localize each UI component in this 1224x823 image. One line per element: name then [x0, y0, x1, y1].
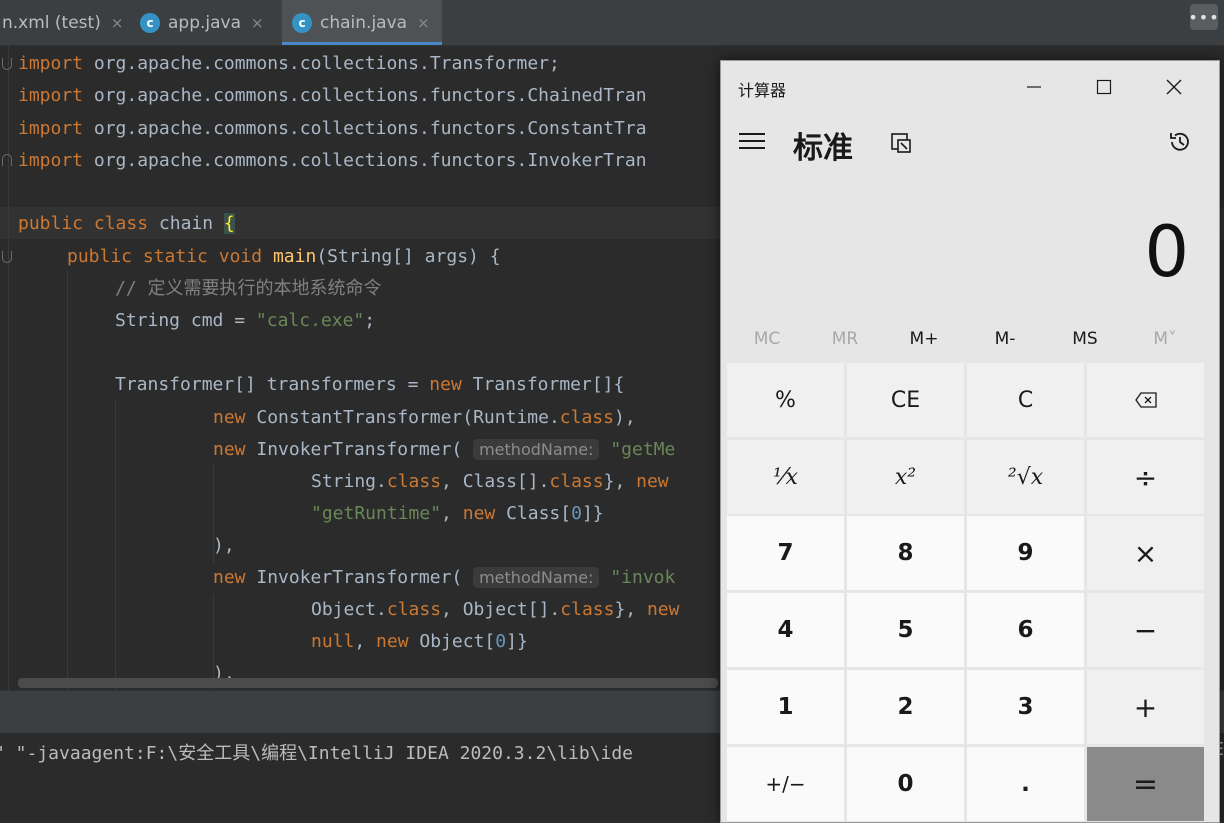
code-line: new InvokerTransformer( methodName: "inv… — [213, 567, 676, 588]
tab-label: chain.java — [320, 12, 408, 33]
divide-button[interactable]: ÷ — [1087, 440, 1204, 514]
negate-button[interactable]: +/− — [727, 747, 844, 821]
calculator-mode-title: 标准 — [793, 131, 853, 166]
minimize-icon — [1027, 86, 1041, 88]
backspace-button[interactable] — [1087, 363, 1204, 437]
code-line: Object.class, Object[].class}, new — [311, 599, 680, 620]
reciprocal-button[interactable]: ⅟x — [727, 440, 844, 514]
close-icon — [1166, 79, 1182, 95]
calculator-window: 计算器 标准 0 MC MR M+ M- MS M˅ % CE C ⅟x x² … — [720, 60, 1220, 823]
decimal-button[interactable]: . — [967, 747, 1084, 821]
code-line: String cmd = "calc.exe"; — [115, 310, 376, 331]
square-root-button[interactable]: ²√x — [967, 440, 1084, 514]
parameter-hint: methodName: — [473, 439, 600, 460]
code-line: Transformer[] transformers = new Transfo… — [115, 374, 625, 395]
memory-row: MC MR M+ M- MS M˅ — [727, 324, 1215, 354]
window-title: 计算器 — [738, 81, 787, 100]
parameter-hint: methodName: — [473, 567, 600, 588]
close-button[interactable] — [1151, 67, 1197, 107]
digit-9-button[interactable]: 9 — [967, 516, 1084, 590]
keep-on-top-icon[interactable] — [889, 131, 913, 155]
indent-guide — [67, 271, 68, 690]
code-line: ), — [213, 535, 235, 556]
memory-subtract-button[interactable]: M- — [965, 324, 1045, 354]
memory-clear-button[interactable]: MC — [727, 324, 807, 354]
tab-chain-java[interactable]: c chain.java × — [282, 0, 442, 45]
tab-close-icon[interactable]: × — [251, 14, 264, 32]
digit-4-button[interactable]: 4 — [727, 593, 844, 667]
code-line: null, new Object[0]} — [311, 631, 528, 652]
digit-8-button[interactable]: 8 — [847, 516, 964, 590]
code-line: import org.apache.commons.collections.fu… — [18, 85, 647, 106]
code-comment: // 定义需要执行的本地系统命令 — [115, 278, 382, 299]
maximize-icon — [1096, 79, 1112, 95]
code-line: new InvokerTransformer( methodName: "get… — [213, 439, 676, 460]
keypad: % CE C ⅟x x² ²√x ÷ 7 8 9 × 4 5 6 − 1 2 3… — [727, 363, 1211, 821]
calculator-titlebar[interactable]: 计算器 — [721, 61, 1219, 113]
digit-1-button[interactable]: 1 — [727, 670, 844, 744]
digit-2-button[interactable]: 2 — [847, 670, 964, 744]
square-button[interactable]: x² — [847, 440, 964, 514]
fold-marker-icon[interactable] — [2, 251, 12, 263]
code-line: import org.apache.commons.collections.fu… — [18, 150, 647, 171]
tab-app-java[interactable]: c app.java × — [140, 0, 278, 45]
backspace-icon — [1134, 392, 1157, 408]
multiply-button[interactable]: × — [1087, 516, 1204, 590]
java-class-icon: c — [292, 12, 312, 33]
active-tab-indicator — [282, 42, 442, 45]
code-line: new ConstantTransformer(Runtime.class), — [213, 407, 636, 428]
history-icon[interactable] — [1167, 129, 1193, 155]
java-class-icon: c — [140, 12, 160, 33]
add-button[interactable]: + — [1087, 670, 1204, 744]
code-line: import org.apache.commons.collections.Tr… — [18, 53, 560, 74]
memory-add-button[interactable]: M+ — [884, 324, 964, 354]
hamburger-menu-icon[interactable] — [739, 133, 765, 151]
memory-recall-button[interactable]: MR — [805, 324, 885, 354]
code-line: "getRuntime", new Class[0]} — [311, 503, 604, 524]
digit-0-button[interactable]: 0 — [847, 747, 964, 821]
result-display: 0 — [1144, 211, 1189, 293]
digit-6-button[interactable]: 6 — [967, 593, 1084, 667]
code-line: String.class, Class[].class}, new — [311, 471, 669, 492]
maximize-button[interactable] — [1081, 67, 1127, 107]
minimize-button[interactable] — [1011, 67, 1057, 107]
more-options-button[interactable]: ••• — [1188, 4, 1219, 30]
code-line: import org.apache.commons.collections.fu… — [18, 118, 647, 139]
fold-marker-icon[interactable] — [2, 58, 12, 70]
code-line: public class chain { — [18, 213, 235, 234]
indent-guide — [115, 400, 116, 690]
tab-close-icon[interactable]: × — [417, 14, 430, 32]
subtract-button[interactable]: − — [1087, 593, 1204, 667]
equals-button[interactable]: = — [1087, 747, 1204, 821]
digit-7-button[interactable]: 7 — [727, 516, 844, 590]
clear-entry-button[interactable]: CE — [847, 363, 964, 437]
code-line: public static void main(String[] args) { — [67, 246, 501, 267]
tab-label: app.java — [168, 12, 242, 33]
console-output: " "-javaagent:F:\安全工具\编程\IntelliJ IDEA 2… — [0, 743, 634, 764]
memory-list-button[interactable]: M˅ — [1125, 324, 1205, 354]
digit-3-button[interactable]: 3 — [967, 670, 1084, 744]
memory-store-button[interactable]: MS — [1045, 324, 1125, 354]
tab-pom-xml[interactable]: n.xml (test) × — [0, 0, 130, 45]
digit-5-button[interactable]: 5 — [847, 593, 964, 667]
tab-label: n.xml (test) — [2, 12, 101, 33]
tab-close-icon[interactable]: × — [111, 14, 124, 32]
editor-tab-bar: n.xml (test) × c app.java × c chain.java… — [0, 0, 1224, 46]
percent-button[interactable]: % — [727, 363, 844, 437]
fold-marker-icon[interactable] — [2, 154, 12, 166]
horizontal-scrollbar[interactable] — [18, 678, 718, 688]
gutter — [8, 46, 9, 690]
clear-button[interactable]: C — [967, 363, 1084, 437]
